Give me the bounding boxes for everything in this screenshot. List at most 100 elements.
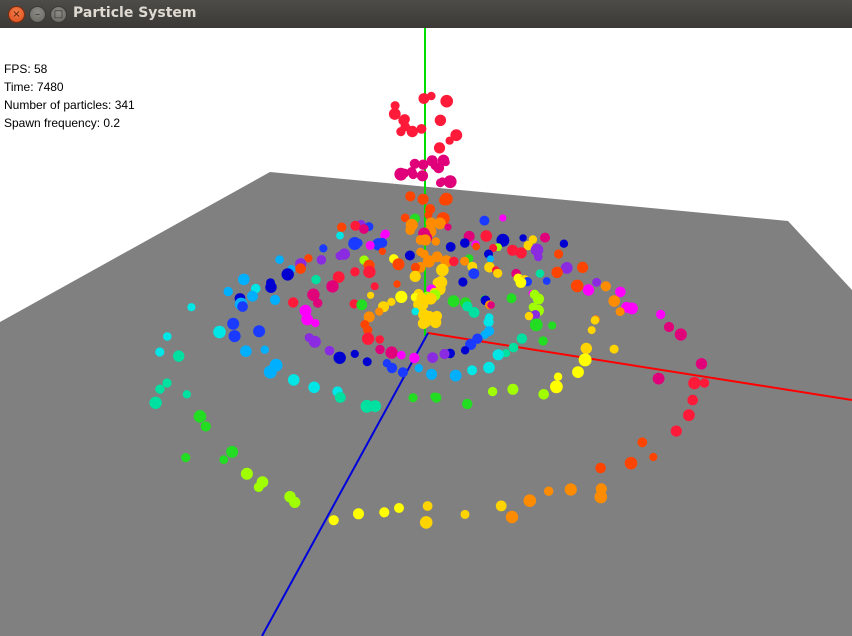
particle xyxy=(363,265,376,279)
particle xyxy=(362,357,372,367)
particle xyxy=(301,313,314,326)
particle xyxy=(609,344,619,354)
particle xyxy=(356,299,368,311)
particle xyxy=(492,349,504,361)
particle xyxy=(240,345,252,358)
particle xyxy=(683,409,695,422)
particle xyxy=(295,263,306,274)
particle xyxy=(367,291,375,299)
particle xyxy=(534,252,543,262)
particle xyxy=(472,242,481,251)
title-bar[interactable]: × – □ Particle System xyxy=(0,0,852,29)
particle xyxy=(486,255,494,263)
particle xyxy=(608,295,620,307)
particle xyxy=(447,295,460,308)
particle xyxy=(656,309,666,320)
particle xyxy=(529,318,543,332)
particle xyxy=(626,302,638,315)
particle xyxy=(553,372,563,381)
particle xyxy=(324,345,335,356)
particle xyxy=(326,280,339,293)
particle xyxy=(228,330,241,343)
particle xyxy=(181,453,191,463)
particle xyxy=(397,350,406,360)
particle xyxy=(419,234,431,246)
particle xyxy=(600,281,611,292)
particle xyxy=(416,123,427,134)
particle xyxy=(487,301,495,309)
particle xyxy=(439,348,450,360)
app-window: × – □ Particle System FPS: 58 Time: 7480… xyxy=(0,0,852,636)
maximize-button[interactable]: □ xyxy=(50,6,67,23)
particle xyxy=(460,509,470,519)
particle xyxy=(409,352,420,364)
particle xyxy=(193,410,207,423)
particle xyxy=(433,162,445,174)
particle xyxy=(247,290,258,302)
particle xyxy=(155,347,165,357)
particle xyxy=(426,368,438,380)
particle xyxy=(173,350,185,362)
particle xyxy=(365,240,375,250)
particle xyxy=(515,247,527,259)
particle xyxy=(544,486,554,496)
particle xyxy=(227,317,240,330)
particle xyxy=(385,346,398,359)
particle xyxy=(663,321,675,333)
particle xyxy=(219,455,229,464)
particle xyxy=(487,386,498,397)
particle xyxy=(519,234,527,242)
particle xyxy=(418,159,429,170)
particle xyxy=(592,277,602,287)
particle xyxy=(422,501,433,511)
particle xyxy=(408,393,418,403)
particle xyxy=(405,225,416,235)
particle xyxy=(542,277,551,285)
particle xyxy=(431,237,440,246)
particle xyxy=(637,437,648,448)
particle xyxy=(260,345,269,354)
particle xyxy=(535,269,545,278)
render-viewport[interactable]: FPS: 58 Time: 7480 Number of particles: … xyxy=(0,28,852,636)
particle xyxy=(414,364,423,373)
particle xyxy=(434,217,446,230)
minimize-icon: – xyxy=(35,8,40,20)
close-button[interactable]: × xyxy=(8,6,25,23)
particle xyxy=(316,254,327,265)
particle xyxy=(548,321,557,330)
particle xyxy=(577,261,589,273)
particle xyxy=(435,178,445,188)
particle xyxy=(495,500,507,512)
particle xyxy=(416,170,429,182)
particle xyxy=(187,303,196,312)
particle xyxy=(238,273,250,286)
particle xyxy=(615,286,626,298)
particle xyxy=(335,251,345,261)
particle xyxy=(336,231,344,240)
particle xyxy=(516,333,528,344)
particle xyxy=(240,467,253,480)
particle xyxy=(443,175,457,189)
particle xyxy=(493,268,503,278)
particle xyxy=(348,237,362,250)
particle xyxy=(395,290,408,303)
particle xyxy=(404,250,415,261)
particle xyxy=(397,367,408,378)
particle xyxy=(311,274,321,285)
minimize-button[interactable]: – xyxy=(29,6,46,23)
particle xyxy=(375,335,385,344)
particle xyxy=(580,342,592,355)
particle xyxy=(479,215,490,226)
particle xyxy=(337,222,347,232)
particle xyxy=(375,344,385,355)
particle xyxy=(375,307,384,316)
particle xyxy=(440,94,454,108)
particle xyxy=(587,326,596,335)
particle xyxy=(308,335,321,348)
particle xyxy=(263,365,277,379)
close-icon: × xyxy=(12,8,21,20)
particle xyxy=(582,284,595,296)
particle xyxy=(460,238,470,248)
particle xyxy=(275,255,284,264)
particle xyxy=(319,244,328,253)
